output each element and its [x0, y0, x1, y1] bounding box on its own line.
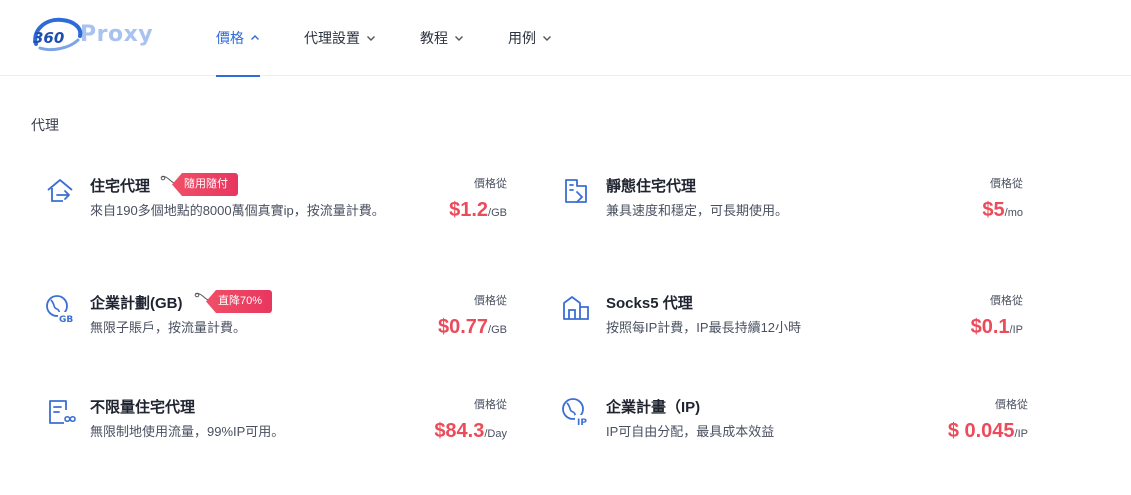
product-name: 住宅代理	[90, 178, 151, 195]
section-title: 代理	[31, 117, 59, 133]
product-description: IP可自由分配，最具成本效益	[606, 424, 775, 439]
residential-proxy-icon	[47, 179, 73, 202]
nav-item-label: 價格	[216, 30, 244, 46]
price-amount: $5	[982, 199, 1005, 221]
product-price: $ 0.045/IP	[948, 420, 1028, 443]
enterprise-ip-icon: IP	[562, 398, 590, 428]
brand-logo[interactable]: 360 Proxy	[30, 14, 153, 54]
product-name: 靜態住宅代理	[606, 178, 697, 195]
promo-tag: 隨用隨付	[160, 173, 238, 196]
product-description: 無限制地使用流量，99%IP可用。	[90, 424, 285, 439]
product-card-enterprise-ip[interactable]: IP 企業計畫（IP) IP可自由分配，最具成本效益 價格從 $ 0.045/I…	[550, 396, 1028, 476]
product-price: $0.77/GB	[438, 316, 507, 339]
price-from-label: 價格從	[990, 295, 1023, 307]
nav-item-tutorials[interactable]: 教程	[420, 0, 464, 76]
product-card-enterprise-gb[interactable]: GB 企業計劃(GB) 直降70% 無限子賬戶，按流量計費。 價格從 $0.77…	[34, 290, 507, 372]
price-unit: /GB	[488, 324, 507, 336]
price-unit: /mo	[1004, 207, 1023, 219]
product-card-unlimited-residential[interactable]: 不限量住宅代理 無限制地使用流量，99%IP可用。 價格從 $84.3/Day	[34, 396, 507, 476]
top-navigation-bar: 360 Proxy 價格 代理設置 教程 用例	[0, 0, 1131, 77]
product-card-static-residential[interactable]: 靜態住宅代理 兼具速度和穩定，可長期使用。 價格從 $5/mo	[550, 175, 1023, 255]
nav-item-proxy-settings[interactable]: 代理設置	[304, 0, 376, 76]
logo-number: 360	[33, 29, 64, 47]
price-unit: /IP	[1009, 324, 1023, 336]
price-unit: /Day	[484, 428, 507, 440]
price-unit: /IP	[1014, 428, 1028, 440]
product-description: 按照每IP計費，IP最長持續12小時	[606, 320, 802, 335]
nav-item-use-cases[interactable]: 用例	[508, 0, 552, 76]
nav-item-label: 用例	[508, 30, 536, 46]
chevron-up-icon	[251, 35, 259, 40]
price-unit: /GB	[488, 207, 507, 219]
nav-item-label: 代理設置	[304, 30, 360, 46]
enterprise-gb-icon: GB	[46, 295, 75, 324]
svg-text:GB: GB	[59, 315, 73, 324]
nav-item-pricing[interactable]: 價格	[216, 0, 260, 77]
price-from-label: 價格從	[474, 295, 507, 307]
logo-mark-icon: 360	[33, 17, 83, 52]
chevron-down-icon	[367, 36, 375, 41]
product-description: 無限子賬戶，按流量計費。	[90, 320, 247, 335]
price-amount: $0.1	[970, 316, 1010, 338]
product-price: $84.3/Day	[434, 420, 507, 443]
product-description: 來自190多個地點的8000萬個真實ip，按流量計費。	[90, 203, 385, 218]
price-from-label: 價格從	[474, 178, 507, 190]
static-residential-icon	[565, 179, 587, 203]
logo-text: Proxy	[80, 21, 154, 47]
socks5-icon	[563, 296, 589, 320]
main-nav: 價格 代理設置 教程 用例	[216, 0, 596, 77]
product-name: 不限量住宅代理	[90, 399, 196, 416]
unlimited-residential-icon	[49, 400, 76, 424]
price-from-label: 價格從	[990, 178, 1023, 190]
price-from-label: 價格從	[995, 399, 1028, 411]
promo-tag: 直降70%	[194, 290, 273, 313]
promo-tag-label: 隨用隨付	[172, 173, 238, 196]
product-name: 企業計畫（IP)	[606, 399, 701, 416]
product-price: $0.1/IP	[971, 316, 1023, 339]
price-amount: $1.2	[449, 199, 489, 221]
nav-item-label: 教程	[420, 30, 448, 46]
product-card-socks5[interactable]: Socks5 代理 按照每IP計費，IP最長持續12小時 價格從 $0.1/IP	[550, 292, 1023, 372]
price-amount: $ 0.045	[947, 420, 1015, 442]
product-card-residential[interactable]: 住宅代理 隨用隨付 來自190多個地點的8000萬個真實ip，按流量計費。 價格…	[34, 173, 507, 255]
product-name: 企業計劃(GB)	[90, 295, 183, 312]
price-amount: $0.77	[437, 316, 489, 338]
promo-tag-label: 直降70%	[206, 290, 273, 313]
product-price: $1.2/GB	[449, 199, 507, 222]
svg-text:IP: IP	[577, 418, 587, 428]
price-from-label: 價格從	[474, 399, 507, 411]
product-description: 兼具速度和穩定，可長期使用。	[606, 203, 789, 218]
product-name: Socks5 代理	[606, 295, 693, 312]
price-amount: $84.3	[434, 420, 485, 442]
chevron-down-icon	[455, 36, 463, 41]
chevron-down-icon	[543, 36, 551, 41]
product-price: $5/mo	[982, 199, 1023, 222]
